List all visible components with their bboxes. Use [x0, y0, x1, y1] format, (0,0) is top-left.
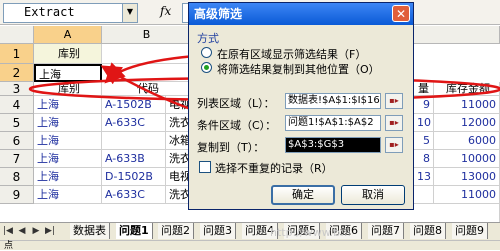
row-header-2[interactable]: 2 — [0, 64, 34, 82]
tab-sheet-q7[interactable]: 问题7 — [368, 223, 404, 239]
ok-button[interactable]: 确定 — [271, 185, 335, 205]
row-header-4[interactable]: 4 — [0, 96, 34, 114]
prev-sheet-icon[interactable]: ◀ — [16, 225, 28, 238]
table-cell[interactable]: A-633C — [102, 186, 166, 204]
copy-to-input[interactable]: $A$3:$G$3 — [285, 137, 381, 153]
row-header-9[interactable]: 9 — [0, 186, 34, 204]
next-sheet-icon[interactable]: ▶ — [30, 225, 42, 238]
cell-b2[interactable] — [102, 64, 192, 82]
table-cell[interactable]: 上海 — [34, 96, 102, 114]
header-cell-liang[interactable]: 量 — [414, 82, 434, 96]
row-header-8[interactable]: 8 — [0, 168, 34, 186]
method-section-label: 方式 — [197, 32, 219, 45]
fx-icon[interactable]: fx — [160, 4, 171, 18]
name-box[interactable]: Extract — [3, 3, 123, 23]
table-cell[interactable]: A-633B — [102, 150, 166, 168]
table-cell[interactable]: 5 — [414, 132, 434, 150]
radio-copy-to-location[interactable] — [201, 62, 212, 73]
tab-sheet-q8[interactable]: 问题8 — [410, 223, 446, 239]
name-box-dropdown-icon[interactable]: ▼ — [122, 3, 138, 23]
tab-sheet-q3[interactable]: 问题3 — [200, 223, 236, 239]
unique-records-checkbox[interactable] — [199, 161, 211, 173]
table-cell[interactable]: A-633C — [102, 114, 166, 132]
table-cell[interactable]: 10 — [414, 114, 434, 132]
table-cell[interactable] — [414, 186, 434, 204]
table-cell[interactable]: 13 — [414, 168, 434, 186]
option-copy-to-location-label: 将筛选结果复制到其他位置（O） — [217, 63, 380, 76]
table-cell[interactable]: 上海 — [34, 114, 102, 132]
table-cell[interactable]: 12000 — [434, 114, 500, 132]
row-header-3[interactable]: 3 — [0, 82, 34, 96]
cancel-button[interactable]: 取消 — [341, 185, 405, 205]
tab-sheet-q1[interactable]: 问题1 — [116, 223, 153, 239]
tab-sheet-q9[interactable]: 问题9 — [452, 223, 488, 239]
row-header-6[interactable]: 6 — [0, 132, 34, 150]
column-header-a[interactable]: A — [34, 26, 102, 44]
cell-a2-criteria-value[interactable]: 上海 — [34, 64, 102, 82]
column-header-b[interactable]: B — [102, 26, 192, 44]
cell-a1-criteria-header[interactable]: 库别 — [34, 44, 102, 64]
criteria-range-label: 条件区域（C）： — [197, 119, 277, 132]
cell-b1[interactable] — [102, 44, 192, 64]
radio-show-in-place[interactable] — [201, 47, 212, 58]
table-cell[interactable]: 上海 — [34, 186, 102, 204]
table-cell[interactable]: A-1502B — [102, 96, 166, 114]
last-sheet-icon[interactable]: ▶| — [44, 225, 56, 238]
advanced-filter-dialog: 高级筛选 ✕ 方式 在原有区域显示筛选结果（F） 将筛选结果复制到其他位置（O）… — [188, 2, 414, 210]
criteria-range-input[interactable]: 问题1!$A$1:$A$2 — [285, 115, 381, 131]
header-cell-amount[interactable]: 库存金额 — [434, 82, 500, 96]
table-cell[interactable]: 9 — [414, 96, 434, 114]
table-cell[interactable]: 6000 — [434, 132, 500, 150]
copy-to-label: 复制到（T）： — [197, 141, 265, 154]
select-all-corner[interactable] — [0, 26, 34, 44]
copy-to-collapse-icon[interactable]: ▪▸ — [385, 137, 403, 153]
unique-records-label: 选择不重复的记录（R） — [215, 162, 333, 175]
table-cell[interactable]: D-1502B — [102, 168, 166, 186]
row-header-5[interactable]: 5 — [0, 114, 34, 132]
tab-sheet-q2[interactable]: 问题2 — [158, 223, 194, 239]
status-bar: 点 — [0, 240, 500, 251]
criteria-range-collapse-icon[interactable]: ▪▸ — [385, 115, 403, 131]
table-cell[interactable]: 上海 — [34, 132, 102, 150]
table-cell[interactable]: 13000 — [434, 168, 500, 186]
name-box-value: Extract — [24, 5, 75, 19]
list-range-input[interactable]: 数据表!$A$1:$I$16 — [285, 93, 381, 109]
table-cell[interactable]: 11000 — [434, 96, 500, 114]
option-show-in-place-label: 在原有区域显示筛选结果（F） — [217, 48, 367, 61]
header-cell-kubie[interactable]: 库别 — [34, 82, 102, 96]
table-cell[interactable]: 上海 — [34, 168, 102, 186]
table-cell[interactable]: 11000 — [434, 186, 500, 204]
table-cell[interactable] — [102, 132, 166, 150]
table-cell[interactable]: 上海 — [34, 150, 102, 168]
tab-sheet-data[interactable]: 数据表 — [70, 223, 110, 239]
close-icon[interactable]: ✕ — [392, 5, 410, 22]
table-cell[interactable]: 8 — [414, 150, 434, 168]
header-cell-daima[interactable]: 代码 — [102, 82, 192, 96]
first-sheet-icon[interactable]: |◀ — [2, 225, 14, 238]
row-header-1[interactable]: 1 — [0, 44, 34, 64]
sheet-tab-bar: |◀ ◀ ▶ ▶| 数据表 问题1 问题2 问题3 问题4 问题5 问题6 问题… — [0, 222, 500, 241]
row-header-7[interactable]: 7 — [0, 150, 34, 168]
list-range-label: 列表区域（L）： — [197, 97, 275, 110]
list-range-collapse-icon[interactable]: ▪▸ — [385, 93, 403, 109]
dialog-title: 高级筛选 — [189, 3, 413, 25]
watermark-text: http://www.b… — [270, 226, 352, 239]
table-cell[interactable]: 10000 — [434, 150, 500, 168]
